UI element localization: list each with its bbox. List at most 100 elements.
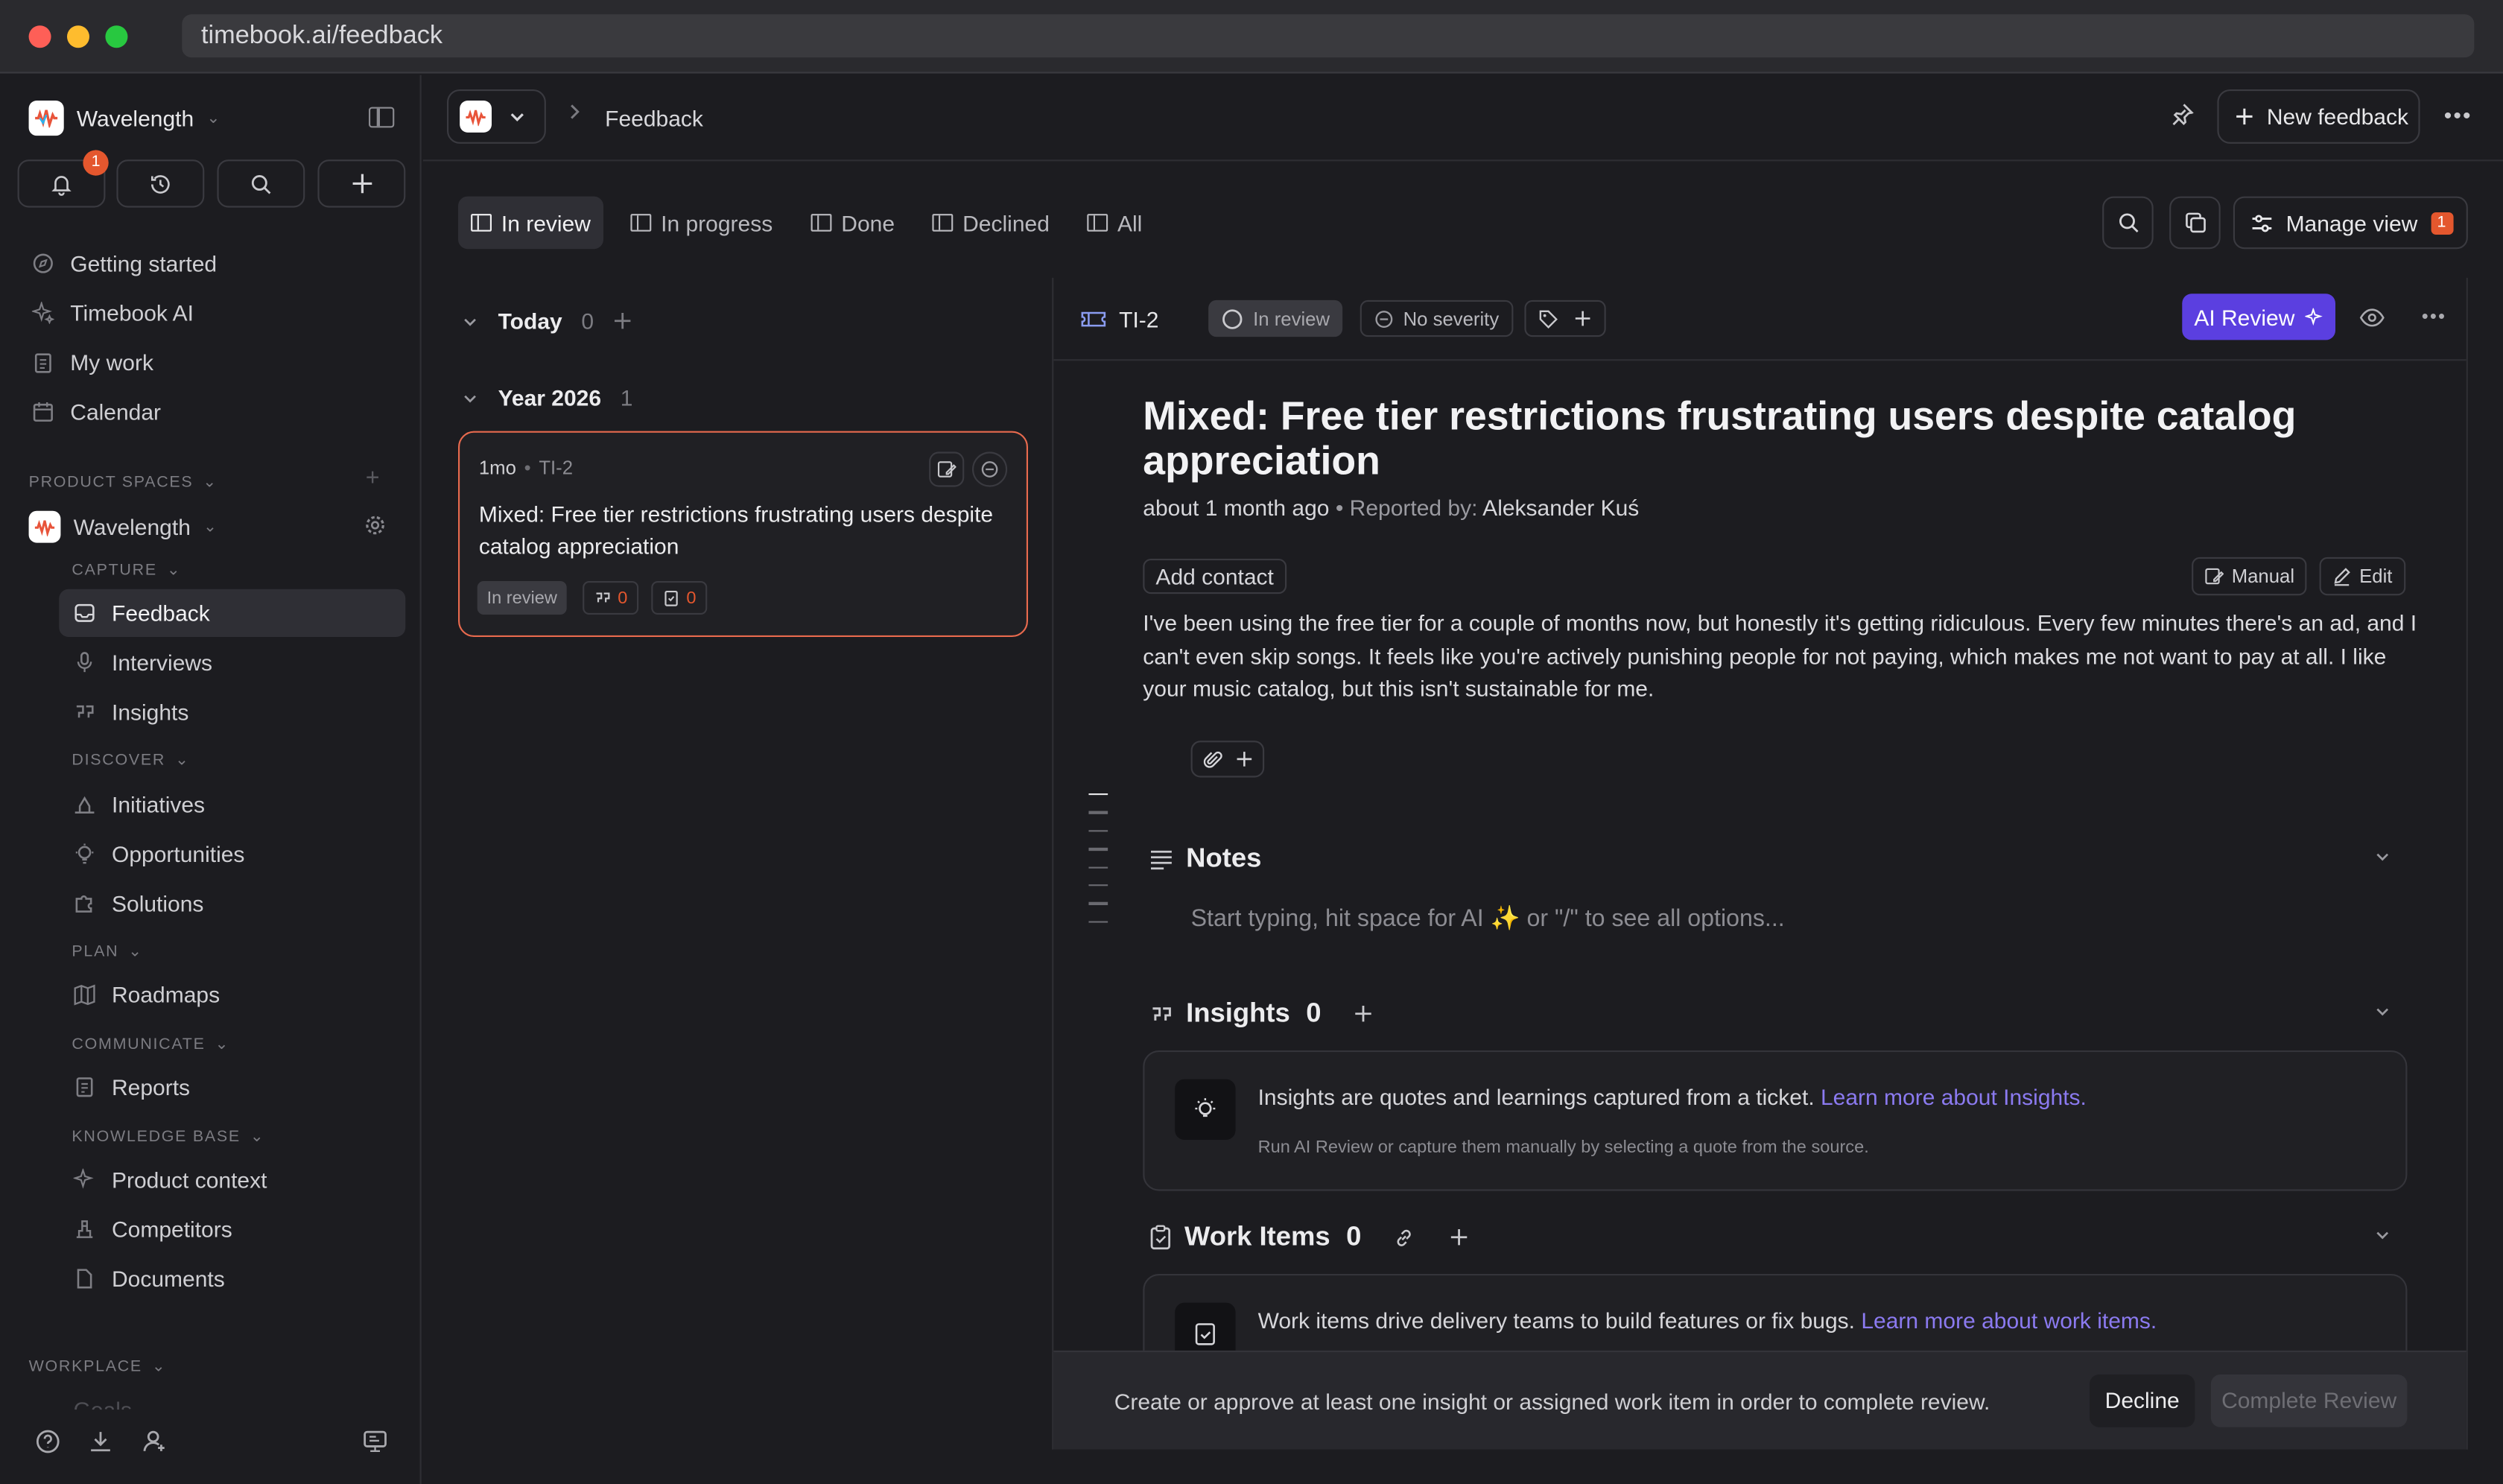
nav-reports[interactable]: Reports (74, 1074, 190, 1100)
feedback-body[interactable]: I've been using the free tier for a coup… (1143, 606, 2420, 705)
link-icon[interactable] (1393, 1227, 1414, 1248)
ticket-id[interactable]: TI-2 (1081, 306, 1158, 332)
chevron-down-icon[interactable] (2373, 1003, 2391, 1025)
help-icon[interactable] (35, 1429, 60, 1462)
severity-dropdown[interactable]: No severity (1360, 299, 1514, 337)
add-work-item-icon[interactable] (1449, 1228, 1468, 1247)
minimize-window-button[interactable] (67, 25, 89, 48)
workspace-name: Wavelength (76, 105, 194, 131)
attachment-button[interactable] (1190, 741, 1265, 778)
space-wavelength[interactable]: Wavelength ⌄ (28, 510, 217, 543)
section-discover[interactable]: DISCOVER ⌄ (72, 752, 189, 770)
feedback-title[interactable]: Mixed: Free tier restrictions frustratin… (1143, 394, 2404, 483)
nav-roadmaps[interactable]: Roadmaps (74, 982, 220, 1007)
nav-competitors[interactable]: Competitors (74, 1217, 232, 1242)
group-year-2026[interactable]: Year 2026 1 (461, 384, 632, 410)
nav-interviews[interactable]: Interviews (74, 650, 212, 675)
nav-product-context[interactable]: Product context (73, 1167, 267, 1193)
url-bar[interactable]: timebook.ai/feedback (182, 14, 2475, 58)
download-icon[interactable] (88, 1429, 113, 1462)
close-window-button[interactable] (28, 25, 51, 48)
breadcrumb-feedback[interactable]: Feedback (605, 105, 703, 130)
plus-icon[interactable] (613, 311, 632, 331)
decline-icon[interactable] (972, 451, 1008, 487)
chevron-down-icon[interactable] (2373, 848, 2391, 870)
complete-review-button[interactable]: Complete Review (2210, 1374, 2408, 1427)
space-settings-icon[interactable] (364, 514, 387, 545)
tags-button[interactable] (1524, 299, 1606, 337)
nav-goals-partial[interactable]: Goals (74, 1397, 132, 1410)
card-age: 1mo (478, 456, 516, 479)
eye-icon[interactable] (2359, 306, 2385, 337)
manual-review-icon[interactable] (929, 451, 965, 487)
nav-opportunities[interactable]: Opportunities (74, 841, 244, 867)
add-space-icon[interactable]: + (366, 465, 380, 492)
learn-work-items-link[interactable]: Learn more about work items. (1861, 1307, 2157, 1333)
nav-label: Calendar (70, 399, 162, 425)
status-dropdown[interactable]: In review (1208, 299, 1343, 337)
history-icon (151, 174, 170, 193)
reporter-name[interactable]: Aleksander Kuś (1482, 495, 1639, 520)
tab-label: Declined (962, 209, 1050, 236)
tab-all[interactable]: All (1074, 197, 1155, 250)
section-capture[interactable]: CAPTURE ⌄ (72, 562, 181, 580)
nav-timebook-ai[interactable]: Timebook AI (31, 300, 194, 326)
section-communicate[interactable]: COMMUNICATE ⌄ (72, 1036, 229, 1054)
more-options-icon[interactable]: ••• (2444, 102, 2472, 127)
section-workplace[interactable]: WORKPLACE ⌄ (29, 1359, 167, 1377)
sidebar-toggle-icon[interactable] (368, 107, 395, 128)
chevron-down-icon[interactable] (2373, 1226, 2391, 1249)
copy-view-button[interactable] (2169, 196, 2221, 250)
search-button[interactable] (217, 159, 305, 208)
workspace-switcher[interactable]: Wavelength ⌄ (28, 101, 221, 136)
insights-icon (596, 592, 610, 603)
manage-view-button[interactable]: Manage view 1 (2233, 196, 2468, 250)
nav-calendar[interactable]: Calendar (32, 399, 161, 425)
create-button[interactable] (317, 159, 406, 208)
nav-my-work[interactable]: My work (32, 349, 153, 375)
new-feedback-button[interactable]: New feedback (2217, 89, 2420, 144)
plus-icon (1236, 752, 1252, 767)
review-requirement-message: Create or approve at least one insight o… (1114, 1389, 1990, 1415)
notes-editor[interactable]: Start typing, hit space for AI ✨ or "/" … (1191, 904, 1785, 932)
manual-button[interactable]: Manual (2192, 556, 2308, 596)
invite-user-icon[interactable] (142, 1429, 168, 1462)
space-switcher-button[interactable] (447, 89, 546, 144)
pin-icon[interactable] (2169, 102, 2195, 136)
nav-solutions[interactable]: Solutions (74, 891, 203, 916)
nav-documents[interactable]: Documents (74, 1266, 225, 1292)
nav-initiatives[interactable]: Initiatives (74, 792, 205, 817)
top-bar: Feedback New feedback ••• (422, 75, 2503, 162)
tab-in-review[interactable]: In review (458, 196, 604, 250)
add-contact-button[interactable]: Add contact (1143, 559, 1287, 594)
history-button[interactable] (116, 159, 205, 208)
section-plan[interactable]: PLAN ⌄ (72, 943, 142, 961)
learn-insights-link[interactable]: Learn more about Insights. (1821, 1084, 2087, 1109)
insights-header[interactable]: Insights 0 (1149, 998, 1372, 1030)
new-feedback-label: New feedback (2266, 104, 2408, 130)
nav-getting-started[interactable]: Getting started (32, 250, 217, 276)
edit-button[interactable]: Edit (2319, 556, 2405, 596)
feedback-card[interactable]: 1mo • TI-2 Mixed: Free tier restrictions… (458, 431, 1028, 637)
work-items-header[interactable]: Work Items 0 (1149, 1221, 1468, 1253)
notes-header[interactable]: Notes (1149, 843, 1261, 875)
add-insight-icon[interactable] (1353, 1004, 1372, 1024)
chevron-down-icon (464, 394, 476, 402)
tab-declined[interactable]: Declined (919, 197, 1062, 250)
maximize-window-button[interactable] (105, 25, 128, 48)
tab-done[interactable]: Done (798, 197, 907, 250)
chevron-down-icon: ⌄ (215, 1036, 230, 1054)
nav-insights[interactable]: Insights (74, 700, 188, 725)
ai-review-button[interactable]: AI Review (2182, 294, 2335, 340)
nav-feedback[interactable]: Feedback (74, 600, 210, 626)
search-list-button[interactable] (2102, 196, 2154, 250)
section-product-spaces[interactable]: PRODUCT SPACES ⌄ (29, 474, 218, 492)
document-outline[interactable] (1088, 793, 1108, 939)
more-options-icon[interactable]: ••• (2422, 305, 2446, 327)
section-knowledge-base[interactable]: KNOWLEDGE BASE ⌄ (72, 1129, 264, 1147)
feedback-widget-icon[interactable] (362, 1429, 387, 1462)
tab-in-progress[interactable]: In progress (618, 197, 785, 250)
sparkle-icon (73, 1168, 96, 1191)
group-today[interactable]: Today 0 (461, 308, 632, 334)
decline-button[interactable]: Decline (2090, 1374, 2195, 1427)
